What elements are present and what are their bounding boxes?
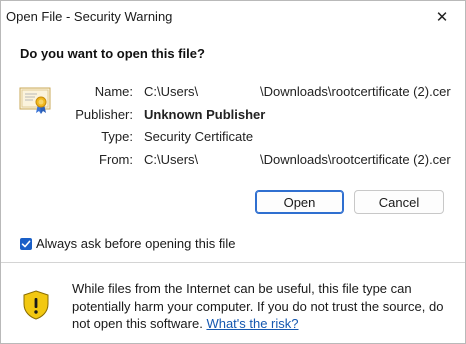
security-warning-dialog: Open File - Security Warning ✕ Do you wa…	[0, 0, 466, 344]
always-ask-label[interactable]: Always ask before opening this file	[36, 236, 235, 251]
from-label: From:	[99, 152, 133, 167]
type-value: Security Certificate	[144, 129, 254, 144]
warning-message: While files from the Internet can be use…	[72, 280, 452, 333]
shield-warning-icon	[23, 290, 49, 325]
type-label: Type:	[101, 129, 133, 144]
window-title: Open File - Security Warning	[6, 9, 173, 24]
whats-the-risk-link[interactable]: What's the risk?	[206, 316, 298, 331]
publisher-label: Publisher:	[75, 107, 133, 122]
cancel-button[interactable]: Cancel	[354, 190, 444, 214]
always-ask-checkbox[interactable]	[20, 237, 32, 250]
name-value-start: C:\Users\	[144, 84, 199, 99]
open-button[interactable]: Open	[255, 190, 344, 214]
checkmark-icon	[21, 240, 31, 247]
from-value-end: \Downloads\rootcertificate (2).cer	[260, 152, 451, 167]
name-value-end: \Downloads\rootcertificate (2).cer	[260, 84, 451, 99]
publisher-value: Unknown Publisher	[144, 107, 266, 122]
question-heading: Do you want to open this file?	[20, 46, 205, 61]
close-icon[interactable]: ✕	[419, 1, 465, 32]
always-ask-row[interactable]: Always ask before opening this file	[20, 236, 235, 251]
from-value-start: C:\Users\	[144, 152, 199, 167]
divider	[1, 262, 465, 263]
name-label: Name:	[94, 84, 133, 99]
title-bar: Open File - Security Warning ✕	[1, 1, 465, 32]
